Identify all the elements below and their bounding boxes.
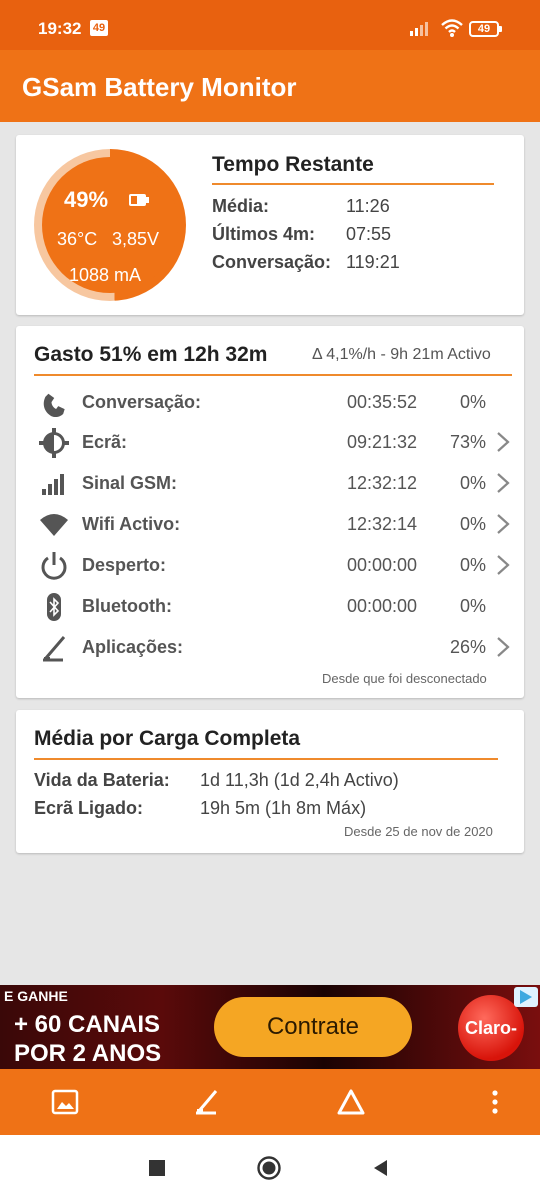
last-4m-label: Últimos 4m: (212, 224, 316, 244)
usage-row-time: 00:00:00 (347, 555, 418, 575)
bottom-toolbar (0, 1069, 540, 1135)
usage-row-time: 12:32:12 (347, 473, 418, 493)
talk-label: Conversação: (212, 252, 332, 272)
battery-percent: 49% (64, 187, 109, 212)
screen-brightness-icon (39, 428, 69, 458)
divider (34, 374, 512, 376)
usage-row-percent: 0% (459, 392, 486, 412)
average-title: Média por Carga Completa (34, 727, 301, 750)
usage-footnote: Desde que foi desconectado (322, 671, 487, 686)
battery-temperature: 36°C (57, 229, 98, 249)
status-bar: 19:32 49 49 (0, 0, 540, 50)
battery-life-value: 1d 11,3h (1d 2,4h Activo) (200, 770, 399, 790)
remaining-time-card[interactable]: 49% 36°C 3,85V 1088 mA Tempo Restante Mé… (16, 135, 524, 315)
chevron-right-icon[interactable] (496, 554, 510, 576)
usage-row-label: Conversação: (82, 392, 202, 412)
signal-bars-icon (42, 474, 64, 495)
wifi-icon (40, 514, 68, 536)
divider (212, 183, 494, 185)
usage-row-label: Wifi Activo: (82, 514, 181, 534)
usage-row-time: 12:32:14 (347, 514, 418, 534)
usage-rate: Δ 4,1%/h - 9h 21m Activo (312, 346, 491, 363)
divider (34, 758, 498, 760)
apps-gauge-icon (43, 636, 66, 662)
usage-row-label: Ecrã: (82, 432, 128, 452)
recents-icon[interactable] (144, 1155, 170, 1181)
chevron-right-icon[interactable] (496, 636, 510, 658)
battery-current: 1088 mA (69, 265, 142, 285)
delta-icon[interactable] (336, 1087, 366, 1117)
usage-card: Gasto 51% em 12h 32m Δ 4,1%/h - 9h 21m A… (16, 326, 524, 698)
usage-row-label: Aplicações: (82, 637, 184, 657)
screen-on-value: 19h 5m (1h 8m Máx) (200, 798, 367, 818)
usage-row-percent: 0% (459, 555, 486, 575)
cell-signal-icon (410, 22, 428, 36)
more-vert-icon[interactable] (480, 1087, 510, 1117)
usage-row-percent: 0% (459, 473, 486, 493)
app-bar: GSam Battery Monitor (0, 50, 540, 122)
usage-row-time: 00:00:00 (347, 596, 418, 616)
usage-row-label: Bluetooth: (82, 596, 172, 616)
chevron-right-icon[interactable] (496, 472, 510, 494)
battery-status-icon: 49 (469, 21, 502, 37)
ad-line-1: E GANHE (4, 988, 68, 1004)
usage-title: Gasto 51% em 12h 32m (34, 343, 268, 366)
chevron-right-icon[interactable] (496, 513, 510, 535)
chevron-right-icon[interactable] (496, 431, 510, 453)
last-4m-value: 07:55 (346, 224, 392, 244)
power-icon (41, 552, 67, 580)
usage-row-label: Sinal GSM: (82, 473, 178, 493)
usage-row-label: Desperto: (82, 555, 167, 575)
battery-ring: 49% 36°C 3,85V 1088 mA (34, 149, 186, 301)
screen-on-label: Ecrã Ligado: (34, 798, 144, 818)
remaining-time-title: Tempo Restante (212, 153, 374, 176)
ad-line-3: POR 2 ANOS (14, 1040, 162, 1067)
usage-row-percent: 0% (459, 514, 486, 534)
battery-icon (129, 194, 149, 206)
app-title: GSam Battery Monitor (22, 72, 297, 102)
usage-row-time: 00:35:52 (347, 392, 418, 412)
usage-row-time: 09:21:32 (347, 432, 418, 452)
ad-choices-icon[interactable] (514, 987, 538, 1007)
bluetooth-icon (47, 593, 61, 621)
system-nav-bar (0, 1135, 540, 1200)
usage-row-percent: 0% (459, 596, 486, 616)
status-time: 19:32 (38, 19, 82, 38)
usage-row-percent: 73% (449, 432, 486, 452)
back-icon[interactable] (368, 1155, 394, 1181)
ad-cta-button[interactable]: Contrate (214, 997, 412, 1057)
notification-badge: 49 (90, 20, 108, 36)
average-footnote: Desde 25 de nov de 2020 (344, 824, 493, 839)
image-icon[interactable] (50, 1087, 80, 1117)
apps-gauge-icon[interactable] (192, 1087, 222, 1117)
battery-life-label: Vida da Bateria: (34, 770, 170, 790)
ad-banner[interactable]: E GANHE + 60 CANAIS POR 2 ANOS Contrate … (0, 985, 540, 1069)
average-card: Média por Carga Completa Vida da Bateria… (16, 710, 524, 853)
ad-line-2: + 60 CANAIS (14, 1011, 161, 1038)
average-value: 11:26 (346, 196, 390, 216)
battery-voltage: 3,85V (112, 229, 160, 249)
wifi-status-icon (441, 19, 463, 37)
home-icon[interactable] (256, 1155, 282, 1181)
usage-row-percent: 26% (449, 637, 486, 657)
talk-value: 119:21 (346, 252, 400, 272)
average-label: Média: (212, 196, 270, 216)
phone-icon (43, 393, 65, 418)
